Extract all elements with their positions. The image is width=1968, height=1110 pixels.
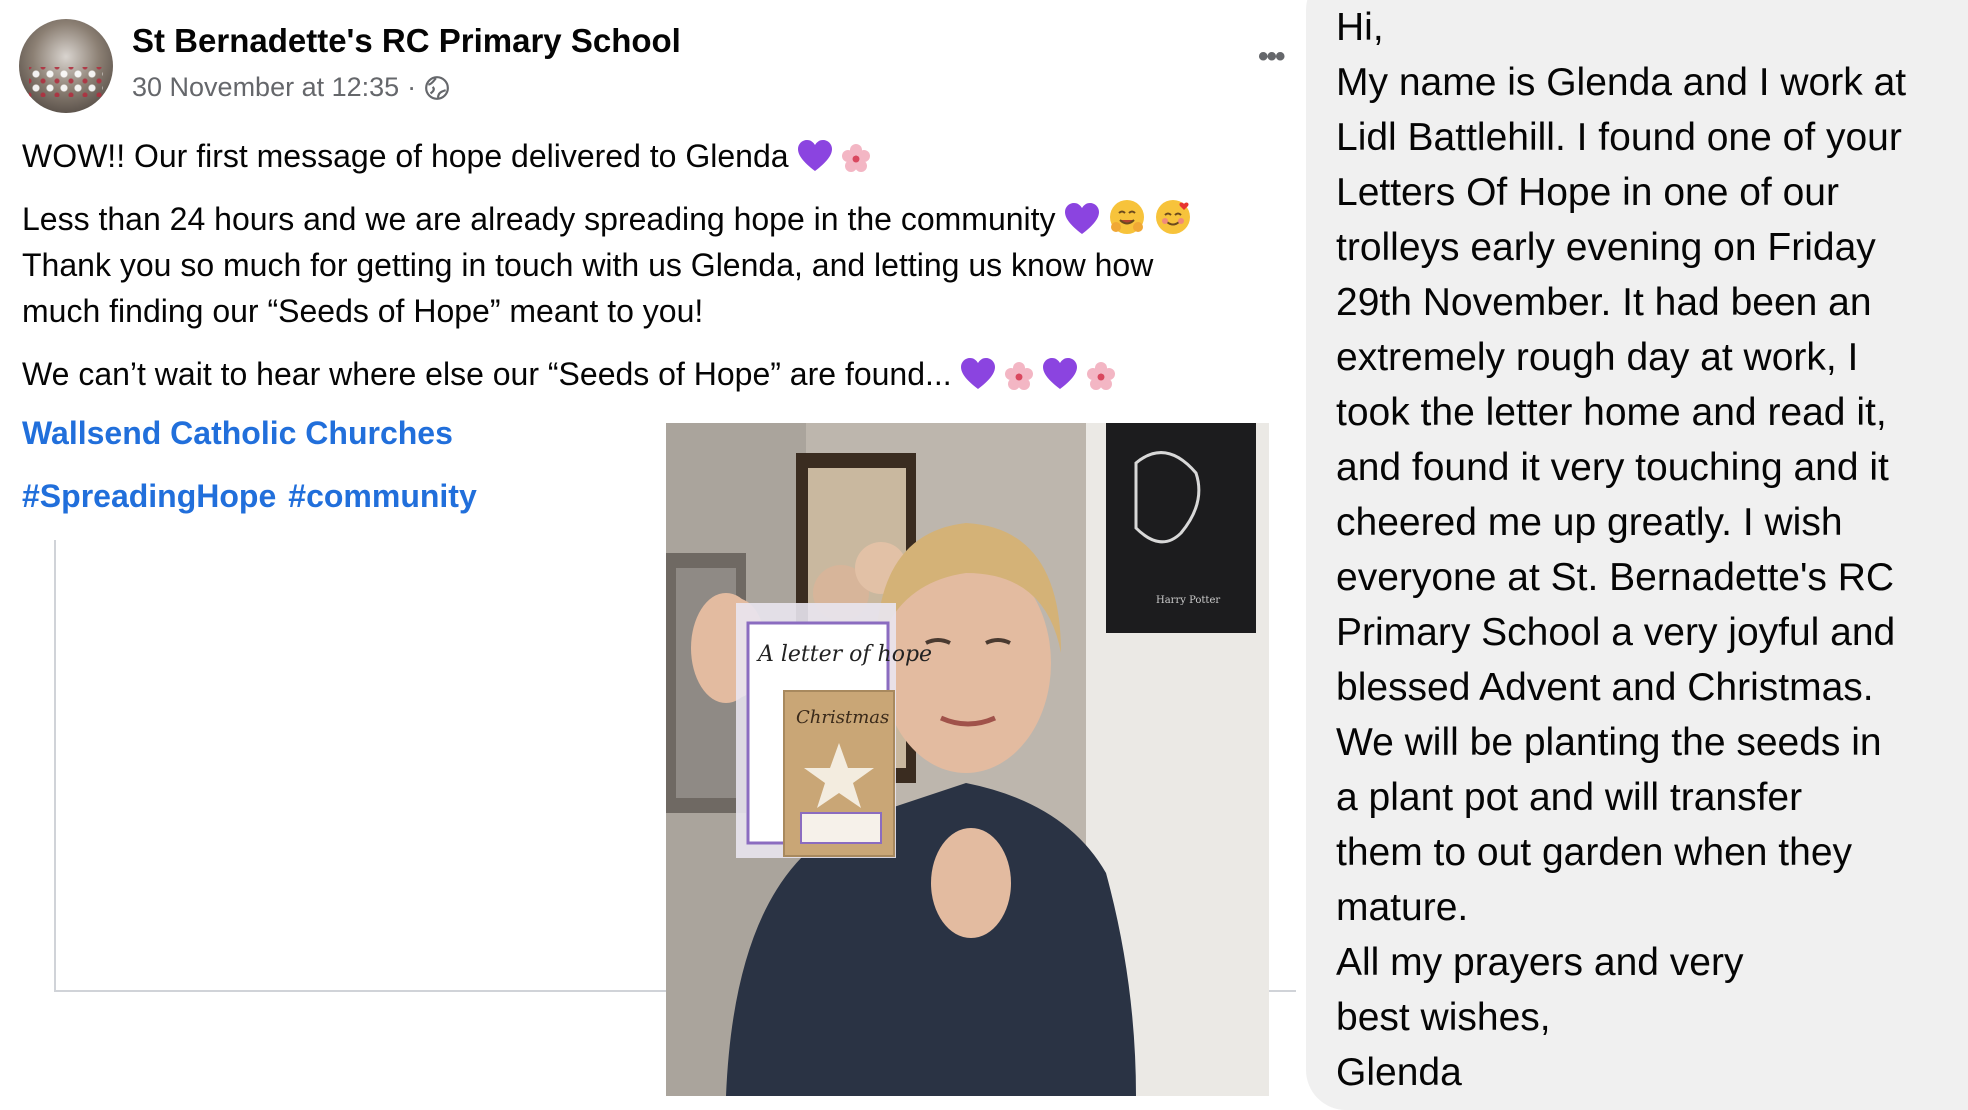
photo-illustration: Harry Potter A letter of hope Christmas [666,423,1269,1096]
hashtag-link[interactable]: #community [288,478,476,514]
message-line: blessed Advent and Christmas. [1336,666,1874,709]
tagged-page-link[interactable]: Wallsend Catholic Churches [22,415,453,452]
purple-heart-icon [797,140,832,171]
blossom-icon [1004,362,1033,390]
post-text-line: Less than 24 hours and we are already sp… [22,196,1192,242]
message-line: Lidl Battlehill. I found one of your [1336,116,1902,159]
message-line: them to out garden when they [1336,831,1853,874]
page-avatar[interactable] [19,19,113,113]
message-line: trolleys early evening on Friday [1336,226,1876,269]
message-line: mature. [1336,886,1469,929]
hashtag-link[interactable]: #SpreadingHope [22,478,276,514]
message-line: 29th November. It had been an [1336,281,1872,324]
message-line: My name is Glenda and I work at [1336,61,1907,104]
message-line: extremely rough day at work, I [1336,336,1859,379]
facebook-post: St Bernadette's RC Primary School 30 Nov… [0,0,1300,1108]
message-line: a plant pot and will transfer [1336,776,1803,819]
message-line: Hi, [1336,6,1384,49]
blossom-icon [841,144,870,172]
letter-title: A letter of hope [756,642,932,667]
page-name[interactable]: St Bernadette's RC Primary School [132,22,681,60]
purple-heart-icon [960,358,995,389]
message-line: cheered me up greatly. I wish [1336,501,1843,544]
post-text-line: WOW!! Our first message of hope delivere… [22,133,871,179]
smiling-face-with-hearts-icon [1155,200,1190,234]
purple-heart-icon [1064,203,1099,234]
message-line: Letters Of Hope in one of our [1336,171,1839,214]
purple-heart-icon [1042,358,1077,389]
post-meta: 30 November at 12:35 · [132,72,450,103]
post-text-line: We can’t wait to hear where else our “Se… [22,351,1116,397]
hashtags: #SpreadingHope #community [22,478,489,515]
message-line: Primary School a very joyful and [1336,611,1896,654]
more-options-button[interactable]: ••• [1258,40,1285,74]
post-text-line: Thank you so much for getting in touch w… [22,247,1154,283]
blossom-icon [1086,362,1115,390]
message-line: All my prayers and very [1336,941,1744,984]
message-line: We will be planting the seeds in [1336,721,1882,764]
message-text: Hi, My name is Glenda and I work at Lidl B… [1336,0,1906,1100]
message-line: everyone at St. Bernadette's RC [1336,556,1895,599]
globe-icon [425,75,450,100]
post-timestamp[interactable]: 30 November at 12:35 [132,72,399,103]
post-photo[interactable]: Harry Potter A letter of hope Christmas [666,423,1269,1096]
poster-text: Harry Potter [1156,595,1220,606]
hugging-face-icon [1109,200,1144,234]
meta-separator: · [407,72,417,102]
message-line: Glenda [1336,1051,1462,1094]
message-line: best wishes, [1336,996,1551,1039]
card-title: Christmas [796,707,889,728]
message-line: took the letter home and read it, [1336,391,1887,434]
post-text-line: much finding our “Seeds of Hope” meant t… [22,293,704,329]
message-line: and found it very touching and it [1336,446,1889,489]
